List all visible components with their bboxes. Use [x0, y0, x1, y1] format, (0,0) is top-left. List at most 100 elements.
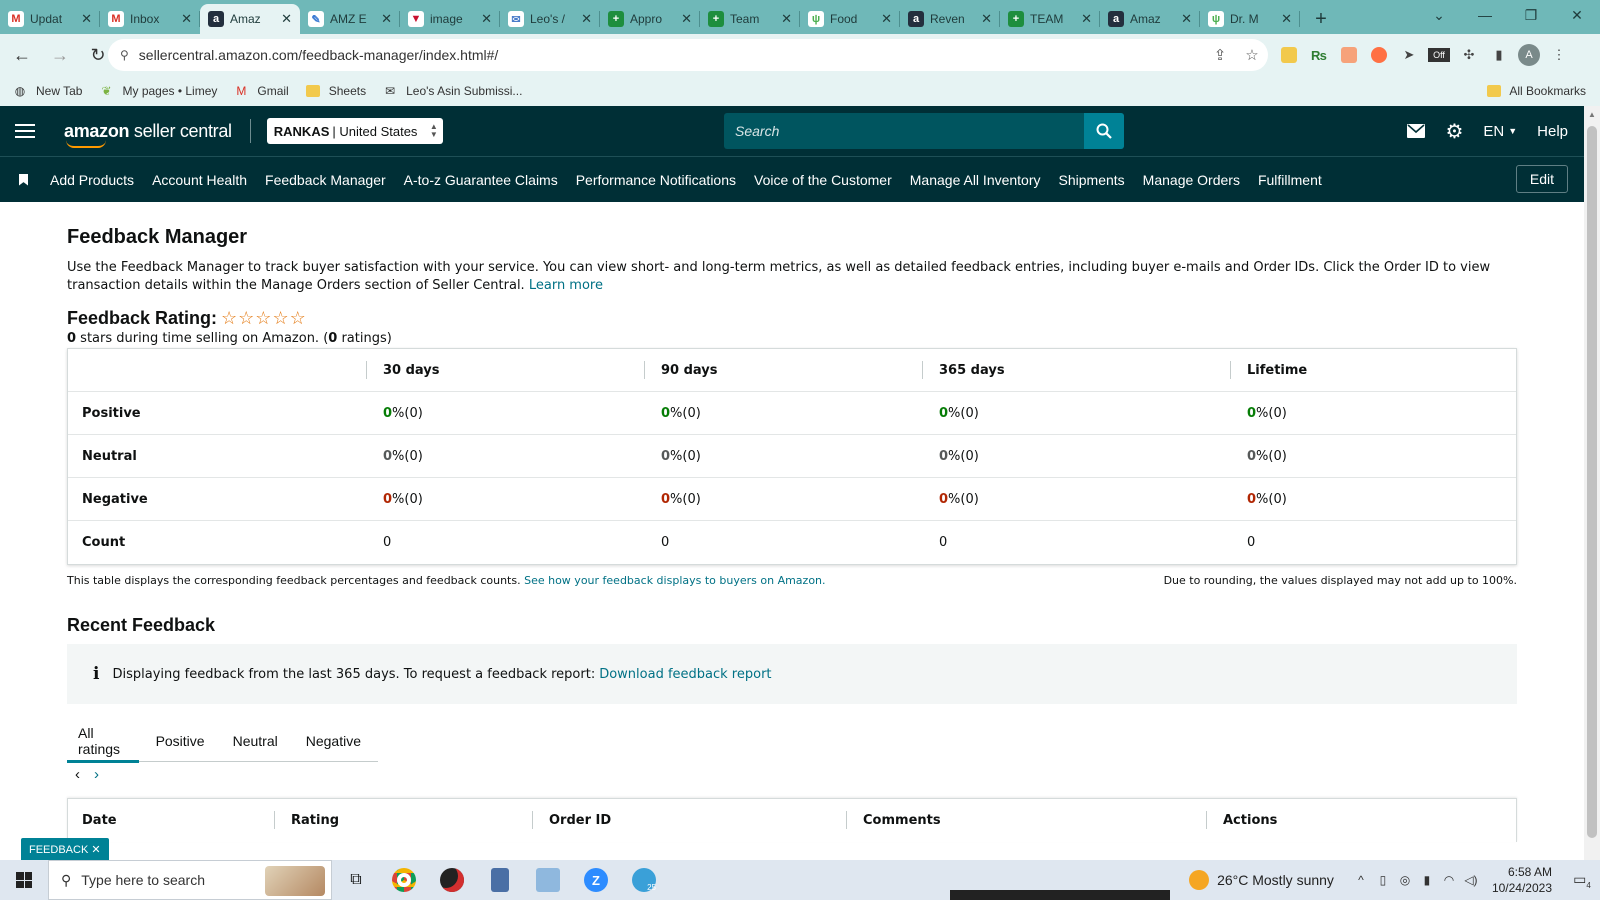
feedback-chip[interactable]: FEEDBACK ✕	[21, 838, 109, 860]
browser-tab[interactable]: + Appro ✕	[600, 4, 700, 34]
browser-tab[interactable]: a Amaz ✕	[200, 4, 300, 34]
weather-text[interactable]: 26°C Mostly sunny	[1217, 872, 1334, 888]
download-report-link[interactable]: Download feedback report	[599, 667, 771, 682]
page-scrollbar[interactable]: ▲	[1584, 106, 1600, 860]
close-window-icon[interactable]: ✕	[1554, 0, 1600, 30]
bookmark-item[interactable]: ❦ My pages • Limey	[98, 83, 217, 99]
close-tab-icon[interactable]: ✕	[181, 11, 192, 27]
bookmark-item[interactable]: M Gmail	[233, 83, 288, 99]
scroll-thumb[interactable]	[1587, 126, 1597, 838]
browser-tab[interactable]: M Updat ✕	[0, 4, 100, 34]
chrome-icon[interactable]	[380, 860, 428, 900]
bookmark-item[interactable]: Sheets	[305, 83, 366, 99]
site-info-icon[interactable]: ⚲	[120, 48, 129, 62]
weather-icon[interactable]	[1189, 870, 1210, 890]
browser-tab[interactable]: a Reven ✕	[900, 4, 1000, 34]
show-hidden-icons-icon[interactable]: ^	[1350, 873, 1372, 887]
filter-tab[interactable]: Negative	[295, 720, 372, 762]
close-tab-icon[interactable]: ✕	[1281, 11, 1292, 27]
task-view-icon[interactable]: ⧉	[332, 860, 380, 900]
close-tab-icon[interactable]: ✕	[781, 11, 792, 27]
nav-item[interactable]: A-to-z Guarantee Claims	[404, 172, 558, 188]
extension-4-icon[interactable]	[1364, 43, 1394, 67]
browser-menu-icon[interactable]: ⋮	[1544, 43, 1574, 67]
settings-gear-icon[interactable]: ⚙	[1445, 119, 1463, 144]
edit-nav-button[interactable]: Edit	[1515, 165, 1568, 193]
close-tab-icon[interactable]: ✕	[881, 11, 892, 27]
nav-item[interactable]: Performance Notifications	[576, 172, 736, 188]
side-panel-icon[interactable]: ▮	[1484, 43, 1514, 67]
browser-tab[interactable]: ✉ Leo's / ✕	[500, 4, 600, 34]
all-bookmarks[interactable]: All Bookmarks	[1487, 76, 1586, 106]
minimize-icon[interactable]: —	[1462, 0, 1508, 30]
search-button[interactable]	[1084, 113, 1124, 149]
forward-icon[interactable]: →	[44, 39, 76, 71]
search-input[interactable]: Search	[724, 123, 1084, 139]
browser-tab[interactable]: a Amaz ✕	[1100, 4, 1200, 34]
scroll-up-icon[interactable]: ▲	[1584, 106, 1600, 122]
browser-tab[interactable]: + TEAM ✕	[1000, 4, 1100, 34]
browser-tab[interactable]: ψ Food ✕	[800, 4, 900, 34]
close-tab-icon[interactable]: ✕	[1081, 11, 1092, 27]
close-tab-icon[interactable]: ✕	[381, 11, 392, 27]
nav-item[interactable]: Manage Orders	[1143, 172, 1240, 188]
close-tab-icon[interactable]: ✕	[681, 11, 692, 27]
extension-2-icon[interactable]: ₨	[1304, 43, 1334, 67]
close-tab-icon[interactable]: ✕	[981, 11, 992, 27]
zoom-icon[interactable]: Z	[572, 860, 620, 900]
browser-tab[interactable]: ✎ AMZ E ✕	[300, 4, 400, 34]
nav-item[interactable]: Fulfillment	[1258, 172, 1322, 188]
extension-6-icon[interactable]: Off	[1428, 48, 1450, 62]
extension-5-icon[interactable]: ➤	[1394, 43, 1424, 67]
new-tab-icon[interactable]: +	[1306, 4, 1336, 34]
nav-item[interactable]: Manage All Inventory	[910, 172, 1041, 188]
filter-tab[interactable]: All ratings	[67, 720, 139, 763]
notifications-icon[interactable]: ▭4	[1564, 871, 1600, 890]
marketplace-selector[interactable]: RANKAS | United States ▲ ▼	[266, 118, 443, 144]
nav-item[interactable]: Account Health	[152, 172, 247, 188]
nav-item[interactable]: Voice of the Customer	[754, 172, 892, 188]
windows-start-icon[interactable]	[0, 860, 48, 900]
url-bar[interactable]: ⚲ sellercentral.amazon.com/feedback-mana…	[108, 39, 1268, 71]
close-tab-icon[interactable]: ✕	[481, 11, 492, 27]
previous-page-icon[interactable]: ‹	[75, 766, 80, 783]
back-icon[interactable]: ←	[6, 39, 38, 71]
browser-tab[interactable]: ▼ image ✕	[400, 4, 500, 34]
seller-search[interactable]: Search	[724, 113, 1124, 149]
extensions-puzzle-icon[interactable]: ✣	[1454, 43, 1484, 67]
help-link[interactable]: Help	[1537, 123, 1568, 140]
bookmark-star-icon[interactable]: ☆	[1236, 46, 1268, 64]
close-tab-icon[interactable]: ✕	[1181, 11, 1192, 27]
tab-search-icon[interactable]: ⌄	[1416, 0, 1462, 30]
calculator-icon[interactable]	[476, 860, 524, 900]
nav-item[interactable]: Add Products	[50, 172, 134, 188]
mail-icon[interactable]	[1407, 124, 1426, 138]
profile-avatar[interactable]: A	[1514, 43, 1544, 67]
nav-item[interactable]: Feedback Manager	[265, 172, 386, 188]
feedback-display-link[interactable]: See how your feedback displays to buyers…	[524, 574, 825, 587]
app-icon-dark[interactable]	[428, 860, 476, 900]
extension-3-icon[interactable]	[1334, 43, 1364, 67]
close-tab-icon[interactable]: ✕	[81, 11, 92, 27]
wifi-icon[interactable]: ◠	[1438, 873, 1460, 887]
language-selector[interactable]: EN ▼	[1483, 123, 1517, 140]
tray-app-2-icon[interactable]: ◎	[1394, 873, 1416, 887]
hamburger-menu-icon[interactable]	[15, 124, 35, 138]
learn-more-link[interactable]: Learn more	[529, 278, 603, 293]
filter-tab[interactable]: Neutral	[222, 720, 289, 762]
tray-app-icon[interactable]: ▯	[1372, 873, 1394, 887]
bookmark-item[interactable]: ✉ Leo's Asin Submissi...	[382, 83, 522, 99]
browser-tab[interactable]: ψ Dr. M ✕	[1200, 4, 1300, 34]
seller-central-logo[interactable]: amazon seller central	[64, 121, 232, 148]
volume-icon[interactable]: ◁)	[1460, 873, 1482, 887]
bookmark-icon[interactable]	[19, 173, 28, 186]
close-tab-icon[interactable]: ✕	[581, 11, 592, 27]
bookmark-item[interactable]: ◍ New Tab	[12, 83, 83, 99]
taskbar-search[interactable]: ⚲ Type here to search	[48, 860, 332, 900]
filter-tab[interactable]: Positive	[145, 720, 216, 762]
share-icon[interactable]: ⇪	[1204, 46, 1236, 64]
microphone-icon[interactable]: ▮	[1416, 873, 1438, 887]
extension-1-icon[interactable]	[1274, 43, 1304, 67]
browser-tab[interactable]: M Inbox ✕	[100, 4, 200, 34]
nav-item[interactable]: Shipments	[1059, 172, 1125, 188]
